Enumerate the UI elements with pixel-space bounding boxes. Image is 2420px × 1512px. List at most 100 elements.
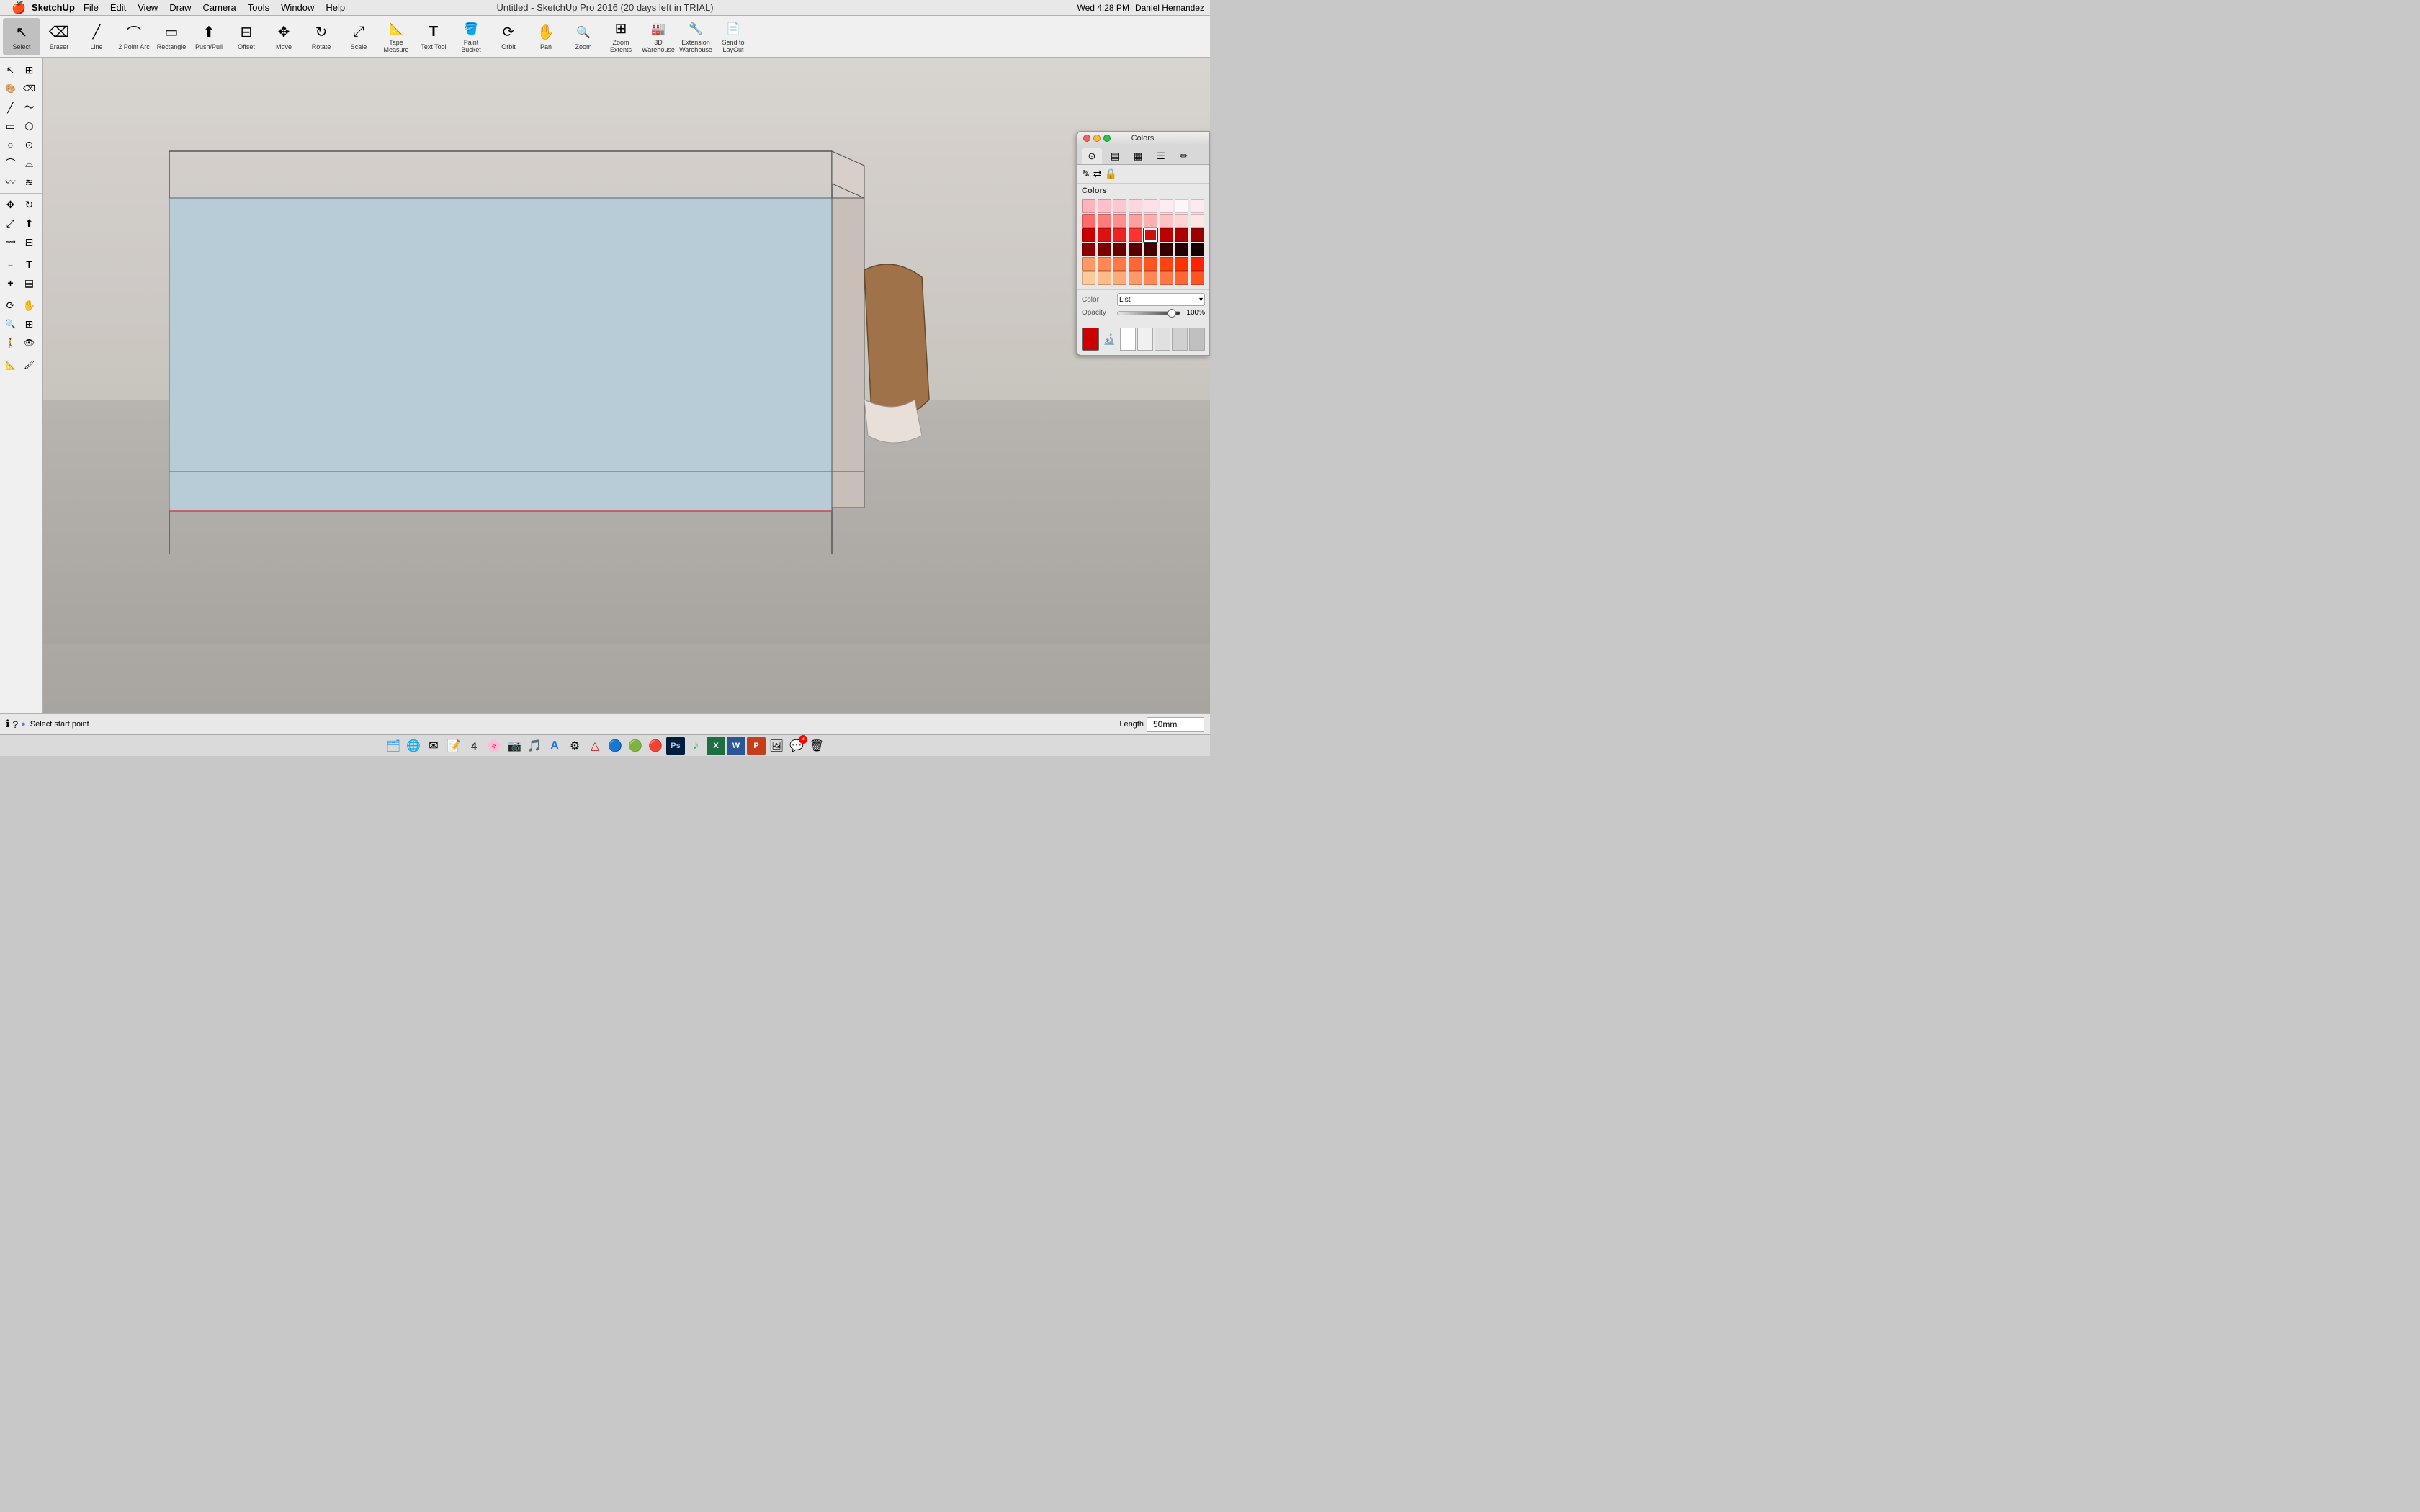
tab-list[interactable]: ☰	[1151, 148, 1171, 164]
sidebar-freehand-tool[interactable]: 〜	[20, 98, 39, 117]
selected-color-swatch[interactable]	[1082, 328, 1099, 351]
color-swatch[interactable]	[1082, 243, 1095, 256]
menu-camera[interactable]: Camera	[197, 1, 242, 14]
dock-photoshop[interactable]: Ps	[666, 737, 685, 755]
tool-push-pull[interactable]: ⬆ Push/Pull	[190, 18, 228, 55]
color-swatch[interactable]	[1175, 228, 1188, 242]
color-swatch[interactable]	[1113, 271, 1126, 285]
color-swatch[interactable]	[1113, 199, 1126, 213]
menu-window[interactable]: Window	[275, 1, 320, 14]
color-swatch[interactable]	[1175, 257, 1188, 271]
dock-finder[interactable]: 🗂	[384, 737, 403, 755]
dock-artrage[interactable]: 🔴	[646, 737, 665, 755]
white-swatch-5[interactable]	[1189, 328, 1205, 351]
tool-text[interactable]: T Text Tool	[415, 18, 452, 55]
dock-itunes[interactable]: 🎵	[525, 737, 544, 755]
color-swatch[interactable]	[1113, 243, 1126, 256]
sidebar-pushpull-tool[interactable]: ⬆	[20, 214, 39, 233]
tab-crayons[interactable]: ✏	[1174, 148, 1194, 164]
color-swatch[interactable]	[1129, 271, 1142, 285]
length-input[interactable]: 50mm	[1147, 717, 1204, 732]
color-swatch[interactable]	[1160, 271, 1173, 285]
sidebar-followme-tool[interactable]: ⟿	[1, 233, 20, 251]
color-swatch[interactable]	[1082, 228, 1095, 242]
menu-file[interactable]: File	[78, 1, 104, 14]
pencil-icon[interactable]: ✎	[1082, 168, 1090, 180]
colors-panel-maximize[interactable]	[1103, 135, 1111, 142]
color-swatch[interactable]	[1113, 257, 1126, 271]
color-swatch[interactable]	[1160, 214, 1173, 228]
sidebar-arc-tool[interactable]: ⌒	[1, 154, 20, 173]
dock-spotify[interactable]: ♪	[686, 737, 705, 755]
color-swatch[interactable]	[1082, 271, 1095, 285]
color-swatch[interactable]	[1175, 214, 1188, 228]
tool-scale[interactable]: ⤢ Scale	[340, 18, 377, 55]
dock-sketchup[interactable]: 🟢	[626, 737, 645, 755]
color-swatch[interactable]	[1144, 199, 1157, 213]
color-swatch[interactable]	[1129, 243, 1142, 256]
color-swatch[interactable]	[1113, 228, 1126, 242]
sidebar-text-sidebar-tool[interactable]: T	[20, 255, 39, 274]
color-swatch[interactable]	[1098, 228, 1111, 242]
menu-help[interactable]: Help	[320, 1, 351, 14]
color-swatch[interactable]	[1082, 257, 1095, 271]
sidebar-rect-tool[interactable]: ▭	[1, 117, 20, 135]
menu-view[interactable]: View	[132, 1, 163, 14]
tool-offset[interactable]: ⊟ Offset	[228, 18, 265, 55]
tab-palette[interactable]: ▦	[1128, 148, 1148, 164]
sidebar-spline-tool[interactable]: 〰	[1, 173, 20, 192]
dock-whatsapp[interactable]: 💬 3	[787, 737, 806, 755]
sidebar-eraser-tool[interactable]: ⌫	[20, 79, 39, 98]
sidebar-dimension-tool[interactable]: ↔	[1, 255, 20, 274]
tool-2pt-arc[interactable]: ⌒ 2 Point Arc	[115, 18, 153, 55]
color-swatch[interactable]	[1144, 271, 1157, 285]
colors-panel-minimize[interactable]	[1093, 135, 1101, 142]
sidebar-polygon-tool[interactable]: ⬡	[20, 117, 39, 135]
tool-paint-bucket[interactable]: 🪣 Paint Bucket	[452, 18, 490, 55]
menu-tools[interactable]: Tools	[242, 1, 275, 14]
dock-excel[interactable]: X	[707, 737, 725, 755]
white-swatch-2[interactable]	[1137, 328, 1153, 351]
sidebar-rotate-tool[interactable]: ↻	[20, 195, 39, 214]
sidebar-look-tool[interactable]: 👁	[20, 333, 39, 352]
color-swatch[interactable]	[1175, 271, 1188, 285]
color-swatch[interactable]	[1160, 228, 1173, 242]
status-help-icon[interactable]: ℹ	[6, 718, 9, 730]
tool-zoom-extents[interactable]: ⊞ Zoom Extents	[602, 18, 640, 55]
tool-rectangle[interactable]: ▭ Rectangle	[153, 18, 190, 55]
dock-artrage-artstudio[interactable]: △	[586, 737, 604, 755]
color-swatch[interactable]	[1175, 199, 1188, 213]
color-swatch[interactable]	[1098, 271, 1111, 285]
sidebar-line-tool[interactable]: ╱	[1, 98, 20, 117]
canvas-area[interactable]	[43, 58, 1210, 713]
colors-panel-close[interactable]	[1083, 135, 1090, 142]
menu-draw[interactable]: Draw	[163, 1, 197, 14]
dock-prefs[interactable]: ⚙	[565, 737, 584, 755]
opacity-slider[interactable]	[1117, 311, 1180, 315]
dock-mail[interactable]: ✉	[424, 737, 443, 755]
color-swatch-selected[interactable]	[1144, 228, 1157, 242]
sidebar-paint2-tool[interactable]: 🖌	[20, 356, 39, 374]
sidebar-offset-tool[interactable]: ⊟	[20, 233, 39, 251]
sidebar-walk-tool[interactable]: 🚶	[1, 333, 20, 352]
color-swatch[interactable]	[1160, 257, 1173, 271]
sidebar-zoom-tool[interactable]: 🔍	[1, 315, 20, 333]
color-swatch[interactable]	[1098, 199, 1111, 213]
color-swatch[interactable]	[1144, 257, 1157, 271]
color-swatch[interactable]	[1129, 257, 1142, 271]
color-swatch[interactable]	[1129, 199, 1142, 213]
menu-edit[interactable]: Edit	[104, 1, 132, 14]
tool-eraser[interactable]: ⌫ Eraser	[40, 18, 78, 55]
tool-tape-measure[interactable]: 📐 Tape Measure	[377, 18, 415, 55]
sidebar-orbit-tool[interactable]: ⟳	[1, 296, 20, 315]
color-swatch[interactable]	[1191, 228, 1204, 242]
tool-extension-warehouse[interactable]: 🔧 Extension Warehouse	[677, 18, 714, 55]
dock-appstore[interactable]: A	[545, 737, 564, 755]
white-swatch-3[interactable]	[1155, 328, 1170, 351]
dock-image-capture[interactable]: 📷	[505, 737, 524, 755]
color-mode-dropdown[interactable]: List ▾	[1117, 293, 1205, 306]
tab-sliders[interactable]: ▤	[1105, 148, 1125, 164]
color-swatch[interactable]	[1098, 243, 1111, 256]
sidebar-measure-tool[interactable]: 📐	[1, 356, 20, 374]
color-swatch[interactable]	[1082, 199, 1095, 213]
